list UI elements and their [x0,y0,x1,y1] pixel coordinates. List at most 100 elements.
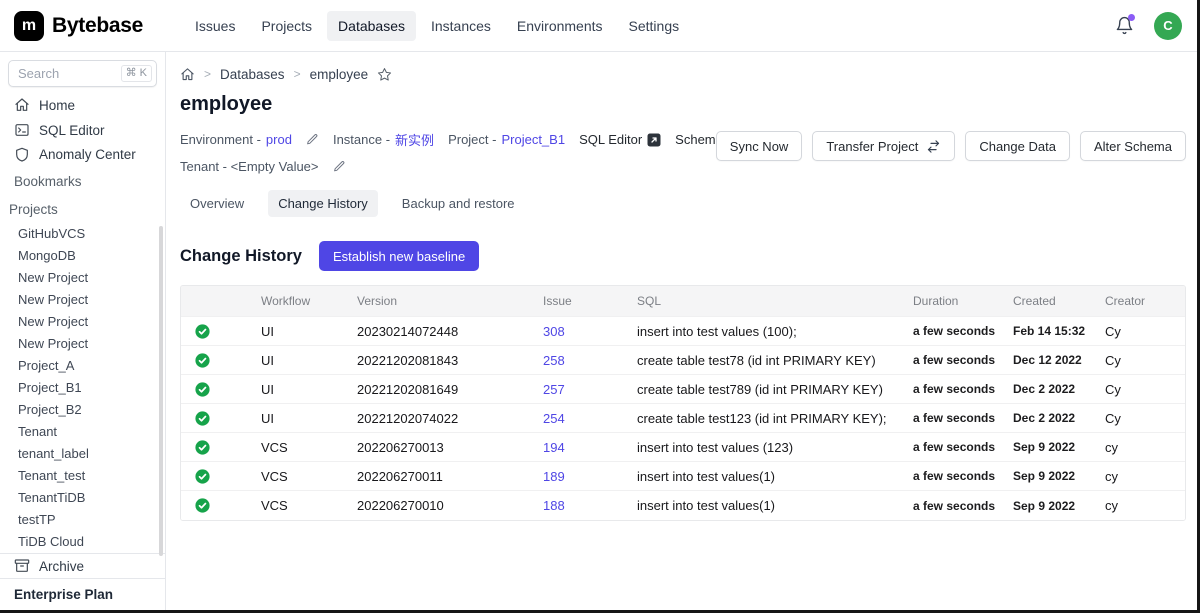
table-row[interactable]: VCS 202206270010 188 insert into test va… [181,491,1185,520]
sidebar-project-item[interactable]: testTP [0,509,165,531]
issue-link[interactable]: 257 [543,382,565,397]
sidebar-item-anomaly-center[interactable]: Anomaly Center [0,142,165,167]
bookmark-star-icon[interactable] [377,67,392,82]
issue-cell: 254 [535,404,629,433]
creator-cell: cy [1097,462,1185,491]
sidebar-project-item[interactable]: Tenant [0,421,165,443]
topnav-item[interactable]: Settings [618,11,691,41]
instance-meta: Instance - 新实例 [333,130,434,149]
sidebar-item-archive[interactable]: Archive [0,553,165,578]
notification-bell-icon[interactable] [1115,16,1134,35]
alter-schema-button[interactable]: Alter Schema [1080,131,1186,161]
sidebar-project-item[interactable]: TiDB Cloud [0,531,165,553]
change-data-button[interactable]: Change Data [965,131,1070,161]
issue-cell: 257 [535,375,629,404]
column-header: Issue [535,286,629,317]
topnav-item[interactable]: Issues [184,11,246,41]
sidebar-project-item[interactable]: New Project [0,311,165,333]
duration-cell: a few seconds [905,375,1005,404]
workflow-cell: VCS [253,491,349,520]
sidebar-project-item[interactable]: Project_B1 [0,377,165,399]
sidebar-project-item[interactable]: TenantTiDB [0,487,165,509]
environment-label: Environment - [180,132,261,147]
topnav-item[interactable]: Instances [420,11,502,41]
tab-item[interactable]: Overview [180,190,254,217]
sidebar-item-label: SQL Editor [39,123,105,138]
sidebar-project-item[interactable]: New Project [0,333,165,355]
creator-cell: Cy [1097,346,1185,375]
version-cell: 20221202074022 [349,404,535,433]
table-row[interactable]: UI 20221202081843 258 create table test7… [181,346,1185,375]
sql-editor-shortcut[interactable]: SQL Editor [579,132,661,147]
establish-baseline-button[interactable]: Establish new baseline [319,241,479,271]
project-link[interactable]: Project_B1 [501,132,565,147]
issue-link[interactable]: 258 [543,353,565,368]
topnav-item[interactable]: Databases [327,11,416,41]
workflow-cell: UI [253,346,349,375]
sidebar-item-home[interactable]: Home [0,93,165,118]
issue-cell: 258 [535,346,629,375]
duration-cell: a few seconds [905,433,1005,462]
breadcrumb-separator: > [204,67,211,81]
terminal-icon [14,122,30,138]
version-cell: 202206270011 [349,462,535,491]
edit-environment-pencil-icon[interactable] [306,133,319,146]
bytebase-brand[interactable]: m Bytebase [14,11,166,41]
transfer-arrows-icon [926,139,941,154]
table-header-row: Workflow Version Issue SQL Duration Crea… [181,286,1185,317]
version-cell: 20221202081843 [349,346,535,375]
user-avatar[interactable]: C [1154,12,1182,40]
environment-link[interactable]: prod [266,132,292,147]
sidebar-project-item[interactable]: Tenant_test [0,465,165,487]
duration-cell: a few seconds [905,404,1005,433]
success-check-icon [194,439,245,456]
sidebar-project-item[interactable]: Project_B2 [0,399,165,421]
table-row[interactable]: UI 20221202074022 254 create table test1… [181,404,1185,433]
sidebar-project-item[interactable]: MongoDB [0,245,165,267]
table-row[interactable]: UI 20221202081649 257 create table test7… [181,375,1185,404]
instance-link[interactable]: 新实例 [395,130,434,149]
created-cell: Dec 12 2022 [1005,346,1097,375]
breadcrumb-home-icon[interactable] [180,67,195,82]
issue-cell: 194 [535,433,629,462]
column-header [181,286,253,317]
transfer-project-button[interactable]: Transfer Project [812,131,955,161]
table-row[interactable]: VCS 202206270013 194 insert into test va… [181,433,1185,462]
success-check-icon [194,352,245,369]
issue-link[interactable]: 194 [543,440,565,455]
topnav-item[interactable]: Environments [506,11,614,41]
tab-item[interactable]: Backup and restore [392,190,525,217]
issue-cell: 308 [535,317,629,346]
column-header: Creator [1097,286,1185,317]
edit-tenant-pencil-icon[interactable] [333,160,346,173]
page-actions: Sync Now Transfer Project Change Data Al… [716,129,1186,177]
sidebar-scrollbar[interactable] [159,226,163,556]
sidebar-item-sql-editor[interactable]: SQL Editor [0,118,165,143]
issue-link[interactable]: 254 [543,411,565,426]
open-sql-editor-icon [647,133,661,147]
tab-item[interactable]: Change History [268,190,378,217]
issue-link[interactable]: 308 [543,324,565,339]
creator-cell: cy [1097,491,1185,520]
version-cell: 202206270013 [349,433,535,462]
table-row[interactable]: UI 20230214072448 308 insert into test v… [181,317,1185,346]
sidebar-project-item[interactable]: GitHubVCS [0,223,165,245]
brand-name: Bytebase [52,14,143,38]
home-icon [14,97,30,113]
duration-cell: a few seconds [905,462,1005,491]
sync-now-button[interactable]: Sync Now [716,131,803,161]
sidebar-project-item[interactable]: tenant_label [0,443,165,465]
project-label: Project - [448,132,496,147]
issue-link[interactable]: 188 [543,498,565,513]
breadcrumb-databases[interactable]: Databases [220,67,285,82]
sidebar-project-item[interactable]: Project_A [0,355,165,377]
topnav-item[interactable]: Projects [250,11,323,41]
sidebar-project-item[interactable]: New Project [0,289,165,311]
issue-link[interactable]: 189 [543,469,565,484]
database-tabs: Overview Change History Backup and resto… [180,190,1186,217]
search-shortcut-kbd: ⌘ K [121,65,152,82]
breadcrumb-employee[interactable]: employee [310,67,369,82]
table-row[interactable]: VCS 202206270011 189 insert into test va… [181,462,1185,491]
sidebar-project-item[interactable]: New Project [0,267,165,289]
main-content: > Databases > employee employee Environm… [166,52,1200,610]
